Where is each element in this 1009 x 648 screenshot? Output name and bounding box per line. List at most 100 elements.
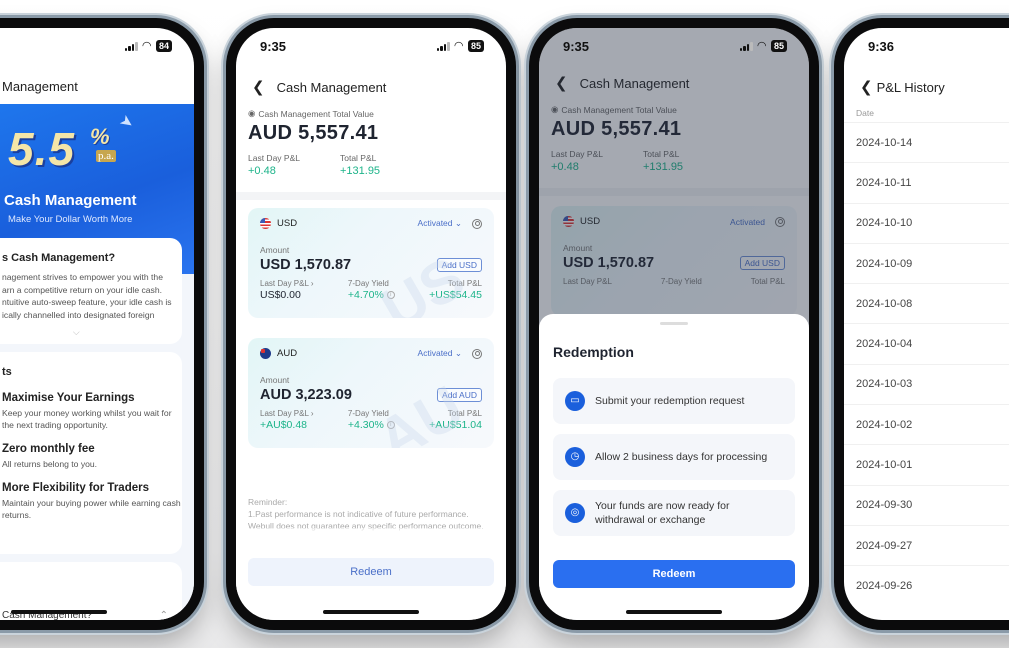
history-date: 2024-10-02 — [856, 418, 913, 431]
benefit-desc: All returns belong to you. — [2, 459, 98, 469]
redemption-step: ▭ Submit your redemption request — [553, 378, 795, 424]
benefit-title: Maximise Your Earnings — [2, 392, 135, 404]
au-flag-icon — [260, 348, 271, 359]
currency-label: USD — [277, 218, 298, 229]
step-text: Allow 2 business days for processing — [595, 451, 768, 463]
status-label: Activated — [417, 348, 453, 358]
nav-title: P&L History — [876, 79, 945, 95]
home-indicator[interactable] — [626, 610, 722, 614]
history-row[interactable]: 2024-09-27 — [844, 524, 1009, 565]
history-row[interactable]: 2024-10-01 — [844, 444, 1009, 484]
history-row[interactable]: 2024-10-04 — [844, 323, 1009, 363]
history-date: 2024-10-03 — [856, 378, 913, 391]
phone-intro: ◠ 84 Management 5.5 % p.a. ➤ Cash Manage… — [0, 18, 204, 630]
home-indicator[interactable] — [323, 610, 419, 614]
showcase-stage: ◠ 84 Management 5.5 % p.a. ➤ Cash Manage… — [0, 0, 1009, 648]
status-bar: 9:35 ◠ 85 — [236, 28, 506, 64]
redemption-sheet: Redemption ▭ Submit your redemption requ… — [539, 314, 809, 620]
redeem-confirm-button[interactable]: Redeem — [553, 560, 795, 588]
history-row[interactable]: 2024-10-02 — [844, 404, 1009, 444]
redemption-screen: 9:35 ◠ 85 ❮ Cash Management ◉ Cash Manage… — [539, 28, 809, 620]
battery-icon: 85 — [770, 40, 787, 52]
history-screen: 9:36 ❮ P&L History Date 2024-10-14 2024-1… — [844, 28, 1009, 620]
last-day-pl-link[interactable]: Last Day P&L › — [260, 279, 314, 288]
history-date: 2024-10-01 — [856, 459, 913, 472]
benefits-heading: ts — [2, 366, 12, 378]
status-bar: 9:36 — [844, 28, 1009, 64]
total-value: AUD 5,557.41 — [248, 122, 379, 144]
eye-icon[interactable]: ◉ — [248, 108, 255, 119]
benefit-desc: Keep your money working whilst you wait … — [2, 408, 172, 430]
last-day-pl-value: +0.48 — [248, 165, 276, 177]
last-day-label: Last Day P&L — [260, 279, 309, 288]
card-icon: ▭ — [565, 391, 585, 411]
expand-chevron-icon[interactable]: ⌵ — [73, 327, 80, 338]
clock-icon: ◷ — [565, 447, 585, 467]
status-time: 9:35 — [260, 38, 287, 54]
what-is-heading: s Cash Management? — [2, 252, 116, 264]
nav-bar: ❮ P&L History — [844, 72, 1009, 102]
total-summary: ◉ Cash Management Total Value AUD 5,557.4… — [248, 108, 494, 177]
chevron-up-icon[interactable]: ⌃ — [160, 610, 168, 620]
status-dropdown[interactable]: Activated ⌄ — [418, 218, 462, 229]
promo-period: p.a. — [96, 150, 116, 162]
amount-value: AUD 3,223.09 — [260, 387, 352, 403]
status-dropdown[interactable]: Activated ⌄ — [418, 348, 462, 359]
nav-title: Cash Management — [276, 79, 387, 95]
history-date: 2024-10-09 — [856, 257, 913, 270]
history-row[interactable]: 2024-10-08 — [844, 283, 1009, 323]
account-card-usd[interactable]: US USD Activated ⌄ Amount USD 1,570.87 A… — [248, 208, 494, 318]
phone-dashboard: 9:35 ◠ 85 ❮ Cash Management ◉ Cash Manage… — [226, 18, 516, 630]
section-divider — [236, 192, 506, 200]
status-bar: 9:35 ◠ 85 — [539, 28, 809, 64]
reminder-text: Reminder: 1.Past performance is not indi… — [248, 496, 494, 532]
last-day-pl-label: Last Day P&L — [248, 153, 300, 163]
back-icon[interactable]: ❮ — [252, 78, 265, 96]
promo-title: Cash Management — [4, 192, 137, 209]
history-row[interactable]: 2024-10-11 — [844, 162, 1009, 202]
home-indicator[interactable] — [11, 610, 107, 614]
history-list: 2024-10-14 2024-10-11 2024-10-10 2024-10-09… — [844, 122, 1009, 606]
step-text: Submit your redemption request — [595, 395, 745, 407]
history-date: 2024-10-11 — [856, 176, 912, 189]
redeem-button[interactable]: Redeem — [248, 558, 494, 586]
history-row[interactable]: 2024-09-30 — [844, 484, 1009, 525]
status-bar: ◠ 84 — [0, 28, 194, 64]
dashboard-screen: 9:35 ◠ 85 ❮ Cash Management ◉ Cash Manage… — [236, 28, 506, 620]
benefits-card: ts Maximise Your Earnings Keep your mone… — [0, 352, 182, 554]
benefit-item: Zero monthly fee All returns belong to y… — [2, 443, 182, 470]
wifi-icon: ◠ — [757, 39, 766, 52]
sheet-grabber[interactable] — [660, 322, 688, 325]
what-is-line: ically channelled into designated foreig… — [2, 309, 155, 320]
settings-icon[interactable] — [472, 218, 482, 229]
last-day-pl-link[interactable]: Last Day P&L › — [260, 409, 314, 418]
battery-icon: 85 — [467, 40, 484, 52]
last-day-value: US$0.00 — [260, 289, 301, 301]
amount-label: Amount — [260, 375, 290, 385]
what-is-line: arn a competitive return on your idle ca… — [2, 284, 163, 295]
what-is-card[interactable]: s Cash Management? nagement strives to e… — [0, 238, 182, 344]
nav-bar: ❮ Cash Management — [236, 72, 506, 102]
what-is-line: nagement strives to empower you with the — [2, 272, 163, 282]
last-day-value: +AU$0.48 — [260, 419, 307, 431]
account-card-aud[interactable]: AU AUD Activated ⌄ Amount AUD 3,223.09 A… — [248, 338, 494, 448]
history-date: 2024-10-08 — [856, 297, 913, 310]
history-row[interactable]: 2024-10-03 — [844, 363, 1009, 404]
signal-icon — [436, 41, 450, 51]
back-icon[interactable]: ❮ — [860, 78, 873, 96]
history-row[interactable]: 2024-10-10 — [844, 202, 1009, 243]
signal-icon — [739, 41, 753, 51]
status-time: 9:36 — [868, 38, 895, 54]
redemption-step: ◷ Allow 2 business days for processing — [553, 434, 795, 480]
history-row[interactable]: 2024-09-26 — [844, 565, 1009, 605]
settings-icon[interactable] — [472, 348, 482, 359]
history-row[interactable]: 2024-10-14 — [844, 122, 1009, 162]
last-day-label: Last Day P&L — [260, 409, 309, 418]
history-row[interactable]: 2024-10-09 — [844, 242, 1009, 283]
battery-icon: 84 — [155, 40, 172, 52]
promo-subtitle: Make Your Dollar Worth More — [8, 214, 133, 225]
phone-redemption: 9:35 ◠ 85 ❮ Cash Management ◉ Cash Manage… — [529, 18, 819, 630]
benefit-item: More Flexibility for Traders Maintain yo… — [2, 482, 182, 521]
history-date: 2024-09-27 — [856, 539, 913, 552]
wifi-icon: ◠ — [142, 39, 151, 52]
